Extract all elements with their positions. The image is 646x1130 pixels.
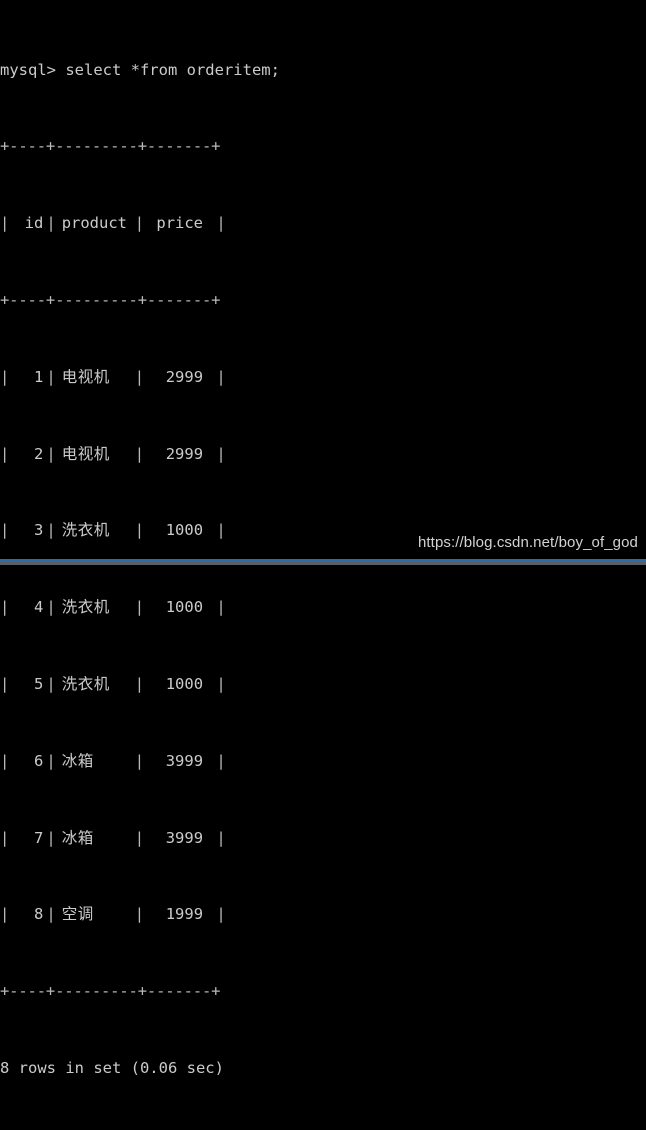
cell-product: 冰箱 xyxy=(61,751,94,770)
cell-divider: | xyxy=(207,521,226,540)
cell-divider: | xyxy=(46,598,56,617)
query-1-header-product: product xyxy=(61,214,128,233)
cell-divider: | xyxy=(46,444,56,463)
cell-divider: | xyxy=(46,905,56,924)
cell-divider: | xyxy=(207,367,226,386)
cell-id: 6 xyxy=(34,751,44,770)
cell-divider: | xyxy=(0,214,10,233)
cell-divider: | xyxy=(46,828,56,847)
cell-product: 洗衣机 xyxy=(61,674,110,693)
cell-id: 4 xyxy=(34,598,44,617)
watermark-url: https://blog.csdn.net/boy_of_god xyxy=(417,534,638,551)
table-row: | 8 | 空调 | 1999 | xyxy=(0,905,646,924)
cell-id: 1 xyxy=(34,367,44,386)
cell-divider: | xyxy=(134,444,145,463)
query-1-rule-mid: +----+---------+-------+ xyxy=(0,291,221,309)
query-1-header-row: | id | product | price | xyxy=(0,214,646,233)
cell-divider: | xyxy=(134,828,145,847)
cell-divider: | xyxy=(134,214,145,233)
query-1-rule-bottom: +----+---------+-------+ xyxy=(0,982,221,1001)
table-row: | 6 | 冰箱 | 3999 | xyxy=(0,752,646,771)
cell-product: 电视机 xyxy=(61,367,110,386)
cell-id: 7 xyxy=(34,828,44,847)
query-1-rule-top: +----+---------+-------+ xyxy=(0,137,221,156)
table-row: | 7 | 冰箱 | 3999 | xyxy=(0,829,646,848)
cell-price: 2999 xyxy=(165,367,204,386)
cell-price: 2999 xyxy=(165,444,204,463)
cell-product: 空调 xyxy=(61,905,94,924)
terminal-window[interactable]: mysql> select *from orderitem; +----+---… xyxy=(0,0,646,1077)
cell-divider: | xyxy=(46,751,56,770)
cell-divider: | xyxy=(207,828,226,847)
query-1-header-id: id xyxy=(24,214,44,233)
cell-divider: | xyxy=(46,367,56,386)
cell-divider: | xyxy=(134,674,145,693)
table-row: | 5 | 洗衣机 | 1000 | xyxy=(0,675,646,694)
table-row: | 4 | 洗衣机 | 1000 | xyxy=(0,598,646,617)
cell-product: 洗衣机 xyxy=(61,598,110,617)
cell-divider: | xyxy=(0,905,10,924)
cell-divider: | xyxy=(46,214,56,233)
cell-divider: | xyxy=(134,751,145,770)
cell-divider: | xyxy=(207,674,226,693)
cell-price: 3999 xyxy=(165,828,204,847)
cell-divider: | xyxy=(207,751,226,770)
cell-divider: | xyxy=(207,214,226,233)
cell-divider: | xyxy=(46,674,56,693)
cell-id: 5 xyxy=(34,674,44,693)
cell-price: 3999 xyxy=(165,751,204,770)
query-1-header-price: price xyxy=(156,214,204,233)
cell-divider: | xyxy=(207,905,226,924)
query-1-command[interactable]: mysql> select *from orderitem; xyxy=(0,61,646,80)
cell-divider: | xyxy=(134,367,145,386)
cell-id: 2 xyxy=(34,444,44,463)
cell-price: 1000 xyxy=(165,598,204,617)
cell-price: 1000 xyxy=(165,521,204,540)
cell-divider: | xyxy=(0,674,10,693)
cell-divider: | xyxy=(0,598,10,617)
cell-divider: | xyxy=(46,521,56,540)
query-1-block: mysql> select *from orderitem; +----+---… xyxy=(0,3,646,1130)
cell-divider: | xyxy=(207,444,226,463)
cell-divider: | xyxy=(0,828,10,847)
table-row: | 2 | 电视机 | 2999 | xyxy=(0,445,646,464)
cell-divider: | xyxy=(0,444,10,463)
query-1-status: 8 rows in set (0.06 sec) xyxy=(0,1058,224,1077)
cell-divider: | xyxy=(0,751,10,770)
cell-divider: | xyxy=(134,598,145,617)
cell-id: 8 xyxy=(34,905,44,924)
cell-price: 1999 xyxy=(165,905,204,924)
cell-divider: | xyxy=(134,905,145,924)
table-row: | 1 | 电视机 | 2999 | xyxy=(0,368,646,387)
cell-price: 1000 xyxy=(165,674,204,693)
cell-divider: | xyxy=(0,521,10,540)
cell-product: 洗衣机 xyxy=(61,521,110,540)
cell-divider: | xyxy=(0,367,10,386)
cell-product: 电视机 xyxy=(61,444,110,463)
cell-id: 3 xyxy=(34,521,44,540)
cell-divider: | xyxy=(207,598,226,617)
cell-product: 冰箱 xyxy=(61,828,94,847)
cell-divider: | xyxy=(134,521,145,540)
